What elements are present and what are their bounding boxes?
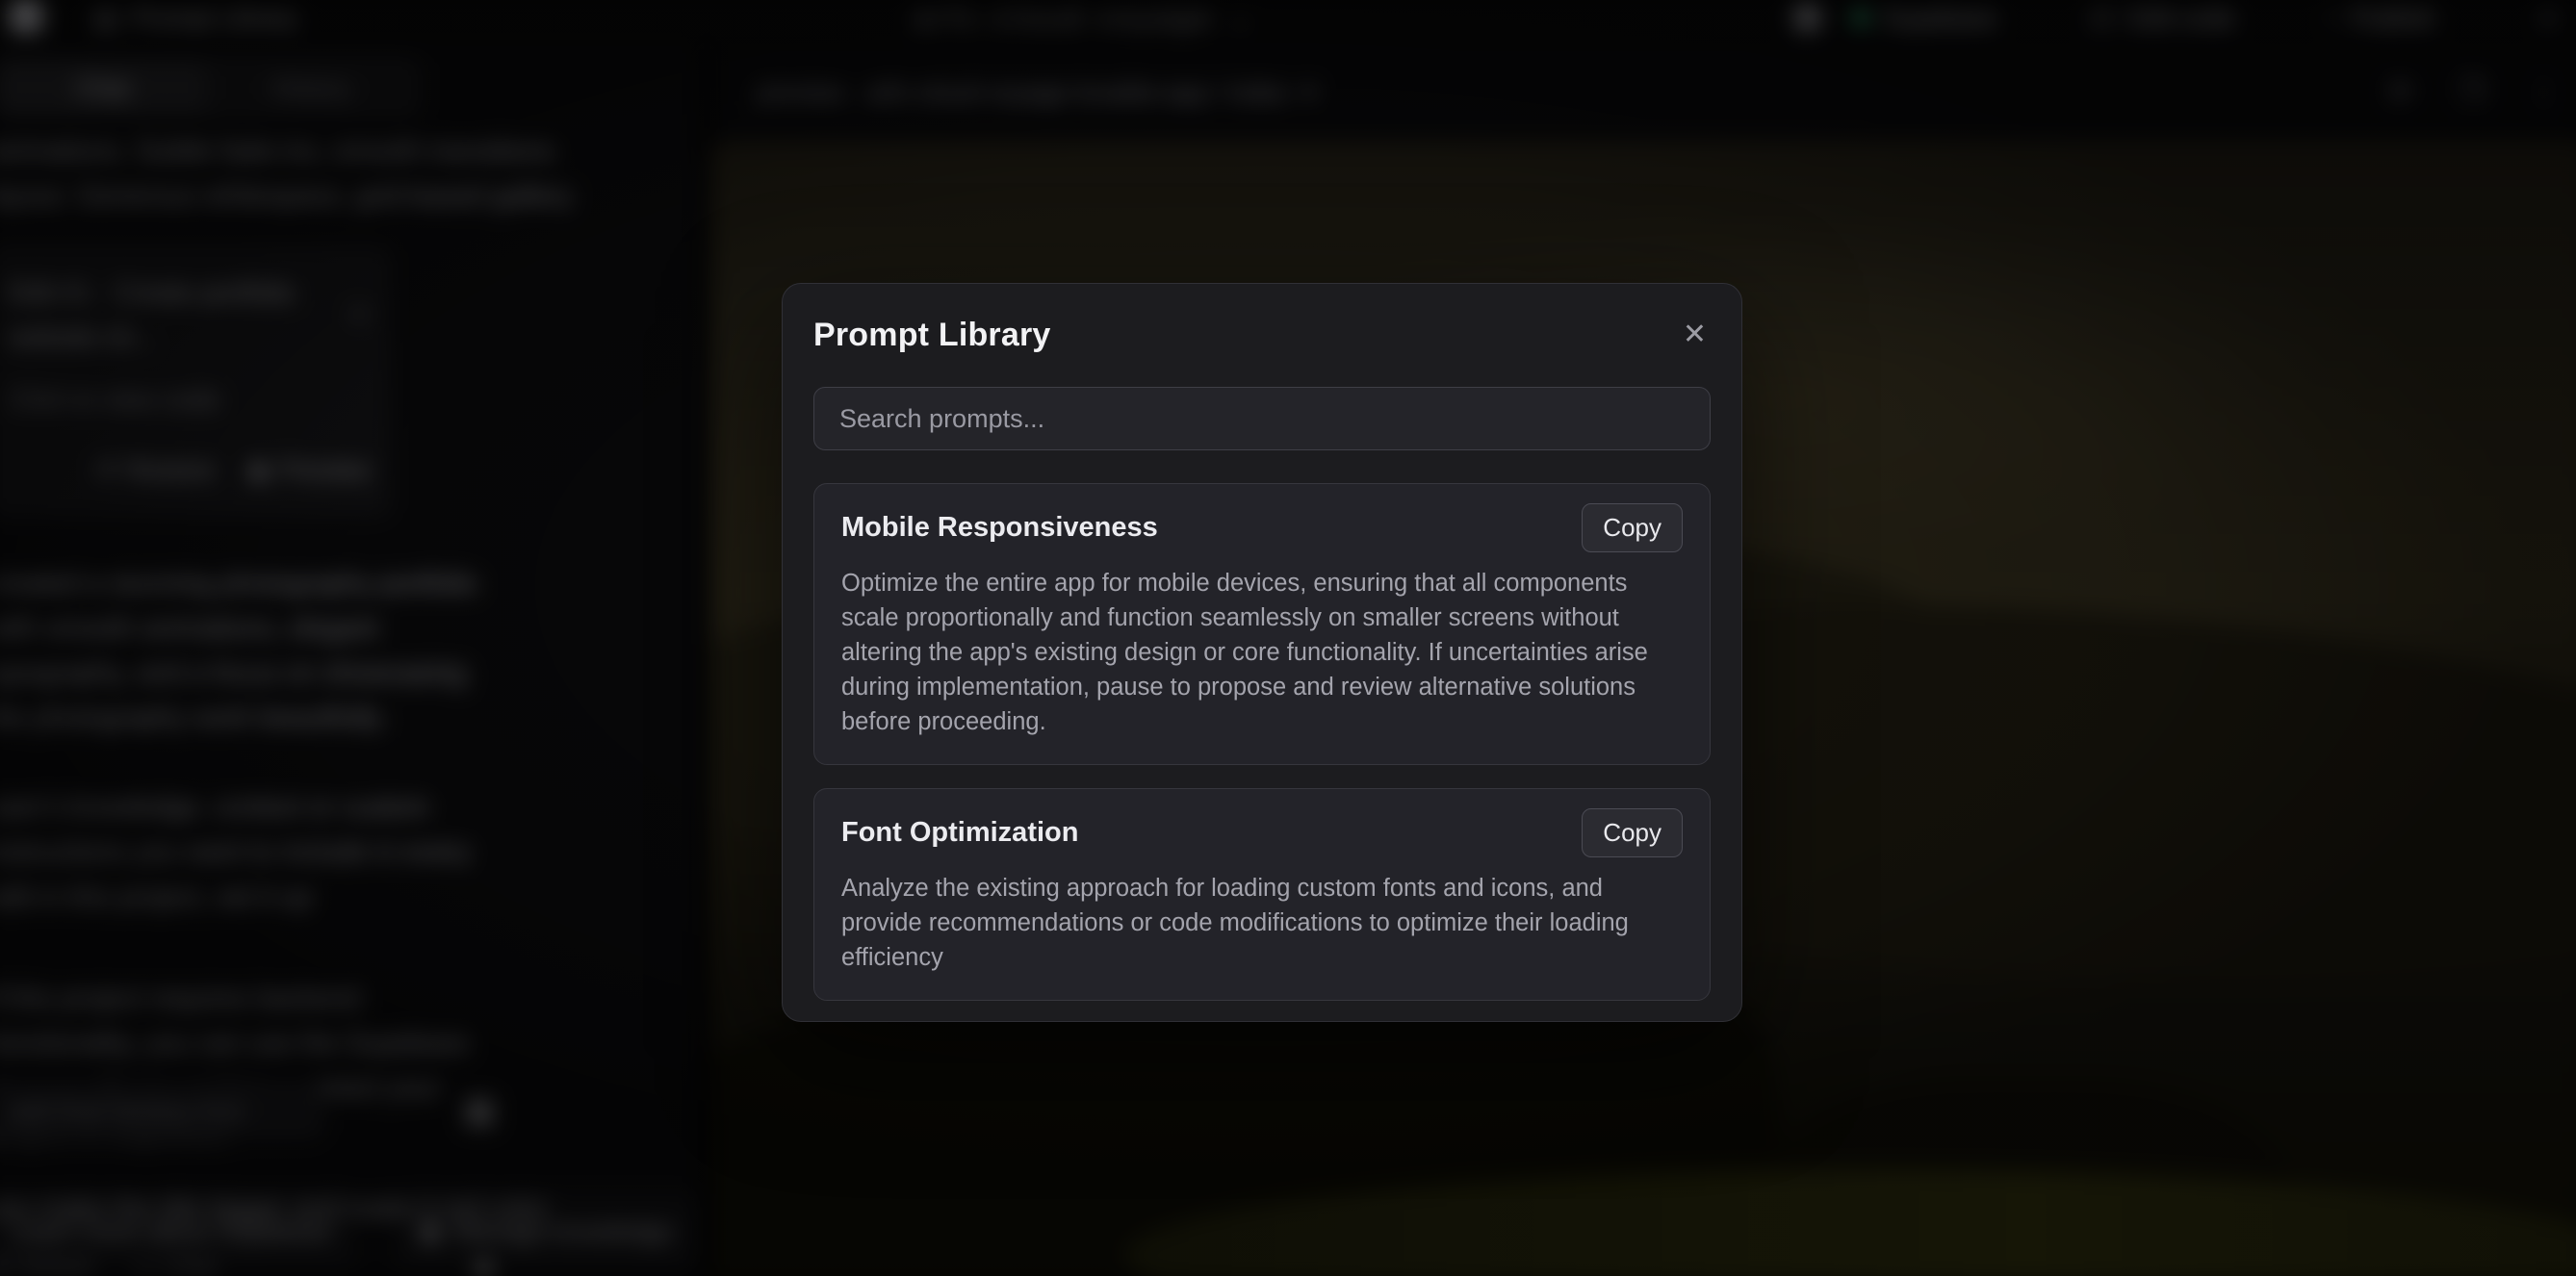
prompt-card: Mobile Responsiveness Copy Optimize the … — [813, 483, 1711, 765]
app-screen: ▤ Prompt Library arfc-cloud-voyage ⌄ Sup… — [0, 0, 2576, 1276]
prompt-title: Font Optimization — [841, 817, 1078, 849]
prompt-title: Mobile Responsiveness — [841, 512, 1158, 544]
prompt-search — [813, 387, 1711, 450]
prompt-library-modal: Prompt Library ✕ Mobile Responsiveness C… — [782, 283, 1742, 1022]
prompt-list: Mobile Responsiveness Copy Optimize the … — [813, 483, 1711, 1022]
prompt-body: Optimize the entire app for mobile devic… — [841, 566, 1683, 739]
close-icon[interactable]: ✕ — [1679, 317, 1711, 353]
prompt-card: Font Optimization Copy Analyze the exist… — [813, 788, 1711, 1001]
copy-button[interactable]: Copy — [1582, 503, 1683, 552]
prompt-body: Analyze the existing approach for loadin… — [841, 871, 1683, 975]
search-input[interactable] — [837, 403, 1687, 435]
modal-title: Prompt Library — [813, 317, 1051, 354]
copy-button[interactable]: Copy — [1582, 808, 1683, 857]
